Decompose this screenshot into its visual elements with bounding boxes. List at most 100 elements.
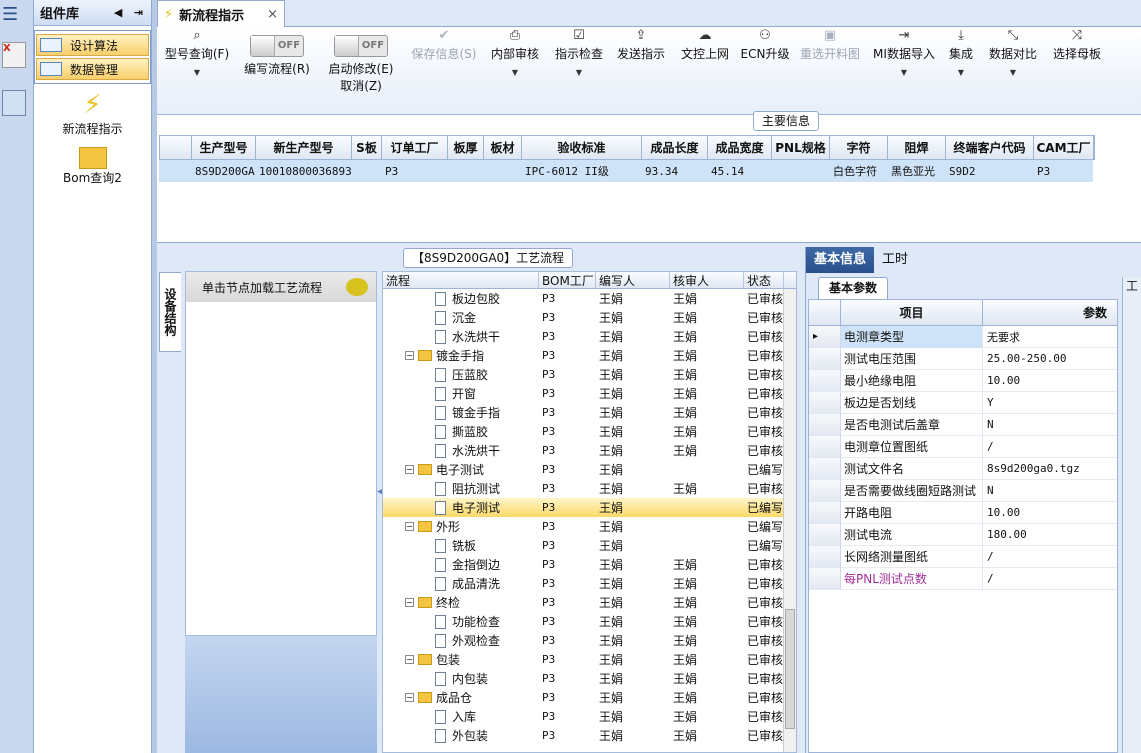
param-value[interactable]: / xyxy=(983,550,1117,563)
tree-row[interactable]: 外观检查 P3 王娟 王娟 已审核 xyxy=(383,631,796,650)
tree-row[interactable]: − 包装 P3 王娟 王娟 已审核 xyxy=(383,650,796,669)
collapse-icon[interactable]: − xyxy=(405,598,414,607)
column-header[interactable]: CAM工厂 xyxy=(1034,136,1094,159)
tree-row[interactable]: 阻抗测试 P3 王娟 王娟 已审核 xyxy=(383,479,796,498)
grid-cell[interactable]: S9D2 xyxy=(945,160,1033,182)
ecn-upgrade-button[interactable]: ⚇ ECN升级 xyxy=(739,27,791,62)
app-new-process[interactable]: ⚡ 新流程指示 xyxy=(34,90,151,137)
app-bom-query[interactable]: Bom查询2 xyxy=(34,143,151,186)
grid-cell[interactable]: IPC-6012 II级 xyxy=(521,160,641,182)
tree-row[interactable]: 外包装 P3 王娟 王娟 已审核 xyxy=(383,726,796,745)
integrate-button[interactable]: ⤓ 集成 ▼ xyxy=(943,27,979,77)
tree-row[interactable]: 电子测试 P3 王娟 已编写 xyxy=(383,498,796,517)
param-row[interactable]: 测试电压范围 25.00-250.00 xyxy=(809,347,1117,370)
tree-row[interactable]: 压蓝胶 P3 王娟 王娟 已审核 xyxy=(383,365,796,384)
tree-row[interactable]: 板边包胶 P3 王娟 王娟 已审核 xyxy=(383,289,796,308)
doc-online-button[interactable]: ☁ 文控上网 xyxy=(677,27,733,62)
column-header[interactable]: 订单工厂 xyxy=(382,136,448,159)
sidebar-button-design-algorithm[interactable]: 设计算法 xyxy=(36,34,149,56)
param-row[interactable]: 测试文件名 8s9d200ga0.tgz xyxy=(809,457,1117,480)
internal-review-button[interactable]: ⎙ 内部审核 ▼ xyxy=(487,27,543,77)
param-row[interactable]: 是否电测试后盖章 N xyxy=(809,413,1117,436)
grid-cell[interactable]: P3 xyxy=(1033,160,1093,182)
tree-row[interactable]: 撕蓝胶 P3 王娟 王娟 已审核 xyxy=(383,422,796,441)
tab-basic-params[interactable]: 基本参数 xyxy=(818,277,889,299)
param-value[interactable]: Y xyxy=(983,396,1117,409)
edit-process-toggle[interactable]: OFF 编写流程(R) xyxy=(239,27,315,77)
tree-scrollbar[interactable] xyxy=(783,289,796,752)
model-query-button[interactable]: ⌕ 型号查询(F) ▼ xyxy=(163,27,231,77)
collapse-icon[interactable]: − xyxy=(405,655,414,664)
tree-row[interactable]: − 外形 P3 王娟 已编写 xyxy=(383,517,796,536)
column-header[interactable]: 板材 xyxy=(484,136,522,159)
tree-row[interactable]: 铣板 P3 王娟 已编写 xyxy=(383,536,796,555)
grid-cell[interactable]: 白色字符 xyxy=(829,160,887,182)
sidebar-button-data-management[interactable]: 数据管理 xyxy=(36,58,149,80)
grid-cell[interactable]: 93.34 xyxy=(641,160,707,182)
excel-icon[interactable]: X xyxy=(2,42,26,68)
param-row[interactable]: 板边是否划线 Y xyxy=(809,391,1117,414)
send-instruction-button[interactable]: ⇪ 发送指示 xyxy=(613,27,669,62)
tree-row[interactable]: − 电子测试 P3 王娟 已编写 xyxy=(383,460,796,479)
param-value[interactable]: 8s9d200ga0.tgz xyxy=(983,462,1117,475)
tree-row[interactable]: 开窗 P3 王娟 王娟 已审核 xyxy=(383,384,796,403)
column-header[interactable]: 新生产型号 xyxy=(256,136,352,159)
right-collapsed-panel[interactable]: 工 xyxy=(1122,277,1141,753)
param-value[interactable]: 25.00-250.00 xyxy=(983,352,1117,365)
collapse-icon[interactable]: − xyxy=(405,351,414,360)
main-grid-row[interactable]: 8S9D200GA0 10010800036893 P3 IPC-6012 II级 93… xyxy=(159,160,1093,182)
param-value[interactable]: 10.00 xyxy=(983,506,1117,519)
close-icon[interactable]: × xyxy=(267,7,278,22)
start-modify-toggle[interactable]: OFF 启动修改(E) 取消(Z) xyxy=(323,27,399,94)
grid-cell[interactable] xyxy=(351,160,381,182)
column-header[interactable]: 板厚 xyxy=(448,136,484,159)
menu-icon[interactable]: ☰ xyxy=(2,4,18,25)
collapse-icon[interactable]: − xyxy=(405,522,414,531)
grid-cell[interactable] xyxy=(447,160,483,182)
data-compare-button[interactable]: ⤡ 数据对比 ▼ xyxy=(985,27,1041,77)
tab-basic-info[interactable]: 基本信息 xyxy=(806,247,875,273)
param-value[interactable]: 无要求 xyxy=(983,329,1117,345)
param-row[interactable]: 每PNL测试点数 / xyxy=(809,567,1117,590)
grid-cell[interactable]: P3 xyxy=(381,160,447,182)
param-row[interactable]: 最小绝缘电阻 10.00 xyxy=(809,369,1117,392)
param-row[interactable]: 长网络测量图纸 / xyxy=(809,545,1117,568)
column-header[interactable]: 成品宽度 xyxy=(708,136,772,159)
column-header[interactable]: 生产型号 xyxy=(192,136,256,159)
param-row[interactable]: 是否需要做线圈短路测试 N xyxy=(809,479,1117,502)
grid-cell[interactable]: 45.14 xyxy=(707,160,771,182)
tab-equipment-structure[interactable]: 设备结构 xyxy=(159,272,181,352)
param-value[interactable]: / xyxy=(983,572,1117,585)
column-header[interactable]: PNL规格 xyxy=(772,136,830,159)
tree-row[interactable]: − 镀金手指 P3 王娟 王娟 已审核 xyxy=(383,346,796,365)
column-header[interactable]: 终端客户代码 xyxy=(946,136,1034,159)
tree-row[interactable]: 功能检查 P3 王娟 王娟 已审核 xyxy=(383,612,796,631)
column-header[interactable]: 成品长度 xyxy=(642,136,708,159)
param-row[interactable]: 电测章位置图纸 / xyxy=(809,435,1117,458)
param-row[interactable]: 开路电阻 10.00 xyxy=(809,501,1117,524)
param-row[interactable]: ▸ 电测章类型 无要求 xyxy=(809,325,1117,348)
select-mother-board-button[interactable]: ⤨ 选择母板 xyxy=(1047,27,1107,62)
tree-row[interactable]: − 终检 P3 王娟 王娟 已审核 xyxy=(383,593,796,612)
scrollbar-thumb[interactable] xyxy=(785,609,795,729)
collapse-icon[interactable]: − xyxy=(405,465,414,474)
tree-row[interactable]: 成品清洗 P3 王娟 王娟 已审核 xyxy=(383,574,796,593)
grid-cell[interactable]: 黑色亚光 xyxy=(887,160,945,182)
column-header[interactable]: 验收标准 xyxy=(522,136,642,159)
report-icon[interactable] xyxy=(2,90,26,116)
param-row[interactable]: 测试电流 180.00 xyxy=(809,523,1117,546)
mi-data-import-button[interactable]: ⇥ MI数据导入 ▼ xyxy=(871,27,937,77)
tab-new-process[interactable]: ⚡ 新流程指示 × xyxy=(157,0,285,27)
tree-row[interactable]: 内包装 P3 王娟 王娟 已审核 xyxy=(383,669,796,688)
grid-cell[interactable]: 8S9D200GA0 xyxy=(191,160,255,182)
tree-row[interactable]: 沉金 P3 王娟 王娟 已审核 xyxy=(383,308,796,327)
column-header[interactable]: 字符 xyxy=(830,136,888,159)
collapse-icon[interactable]: − xyxy=(405,693,414,702)
tab-work-hours[interactable]: 工时 xyxy=(874,247,916,273)
param-value[interactable]: N xyxy=(983,418,1117,431)
instruction-check-button[interactable]: ☑ 指示检查 ▼ xyxy=(549,27,609,77)
tree-row[interactable]: 水洗烘干 P3 王娟 王娟 已审核 xyxy=(383,441,796,460)
param-value[interactable]: 10.00 xyxy=(983,374,1117,387)
column-header[interactable]: 阻焊 xyxy=(888,136,946,159)
save-info-button[interactable]: ✔ 保存信息(S) xyxy=(407,27,481,62)
